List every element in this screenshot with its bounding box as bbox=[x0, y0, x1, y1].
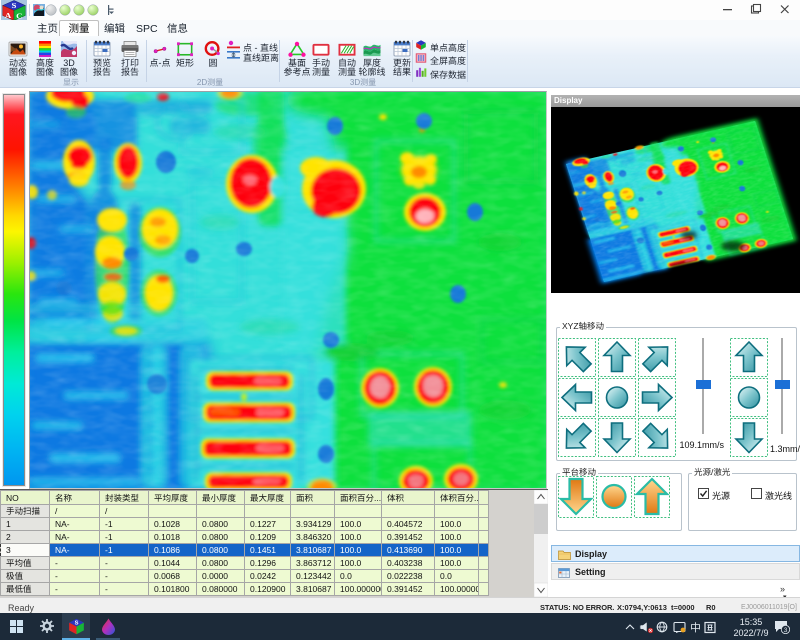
svg-text:中: 中 bbox=[690, 621, 701, 634]
svg-text:S: S bbox=[75, 618, 79, 627]
svg-text:A: A bbox=[5, 12, 11, 20]
svg-text:3: 3 bbox=[784, 624, 788, 634]
svg-text:S: S bbox=[12, 2, 17, 10]
